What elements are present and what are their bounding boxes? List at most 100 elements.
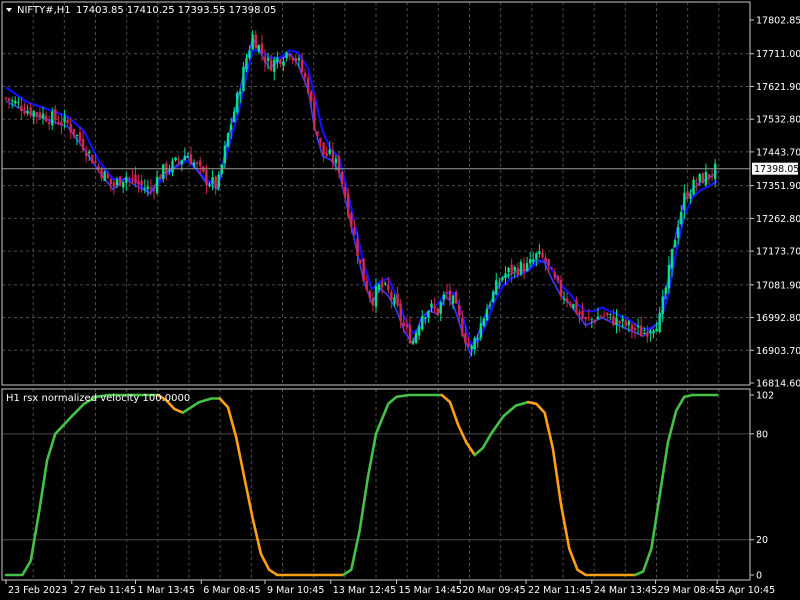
bear-candle: [214, 176, 217, 189]
bull-candle: [495, 280, 498, 295]
bear-candle: [91, 154, 94, 164]
bull-candle: [562, 298, 566, 300]
indicator-tick-label: 80: [756, 429, 768, 440]
bear-candle: [205, 169, 208, 185]
bull-candle: [88, 151, 91, 154]
symbol-header: NIFTY#,H1 17403.85 17410.25 17393.55 173…: [6, 5, 276, 16]
bear-candle: [23, 111, 26, 114]
bear-candle: [29, 107, 32, 116]
time-tick-label: 24 Mar 13:45: [594, 585, 657, 596]
bear-candle: [177, 159, 180, 161]
time-tick-label: 9 Mar 10:45: [267, 585, 324, 596]
bear-candle: [7, 98, 11, 101]
bull-candle: [661, 296, 664, 314]
bear-candle: [701, 173, 705, 184]
bull-candle: [285, 52, 288, 59]
bull-candle: [621, 318, 624, 322]
time-tick-label: 1 Mar 13:45: [138, 585, 195, 596]
price-tick-label: 16992.80: [756, 313, 800, 324]
bull-candle: [32, 111, 35, 117]
bull-candle: [377, 284, 381, 290]
bull-candle: [334, 158, 338, 164]
ohlc-values: 17403.85 17410.25 17393.55 17398.05: [76, 5, 276, 16]
chart-background: [0, 0, 800, 600]
bear-candle: [356, 238, 359, 257]
bear-candle: [337, 156, 341, 173]
bull-candle: [519, 261, 523, 275]
bear-candle: [60, 122, 63, 126]
bull-candle: [652, 330, 655, 334]
bear-candle: [118, 176, 122, 187]
bull-candle: [704, 171, 708, 186]
time-tick-label: 22 Mar 11:45: [528, 585, 591, 596]
bear-candle: [303, 72, 307, 78]
bull-candle: [217, 174, 220, 188]
bear-candle: [94, 160, 97, 163]
price-tick-label: 16814.60: [756, 379, 800, 390]
bear-candle: [686, 191, 689, 200]
bull-candle: [245, 58, 248, 70]
bull-candle: [183, 155, 187, 160]
bull-candle: [590, 319, 594, 321]
chart-canvas: 17802.85 17711.00 17621.90 17532.80 17443.70…: [0, 0, 800, 600]
bull-candle: [673, 240, 677, 248]
bull-candle: [627, 321, 631, 326]
bull-candle: [430, 303, 433, 308]
bear-candle: [553, 272, 557, 278]
bull-candle: [488, 304, 492, 306]
bull-candle: [473, 338, 476, 350]
bear-candle: [516, 267, 520, 276]
bull-candle: [411, 341, 415, 344]
bull-candle: [273, 59, 276, 72]
bull-candle: [168, 170, 171, 172]
bull-candle: [470, 345, 473, 350]
bear-candle: [347, 193, 350, 217]
time-tick-label: 20 Mar 09:45: [462, 585, 525, 596]
bull-candle: [479, 323, 483, 338]
bear-candle: [612, 315, 615, 326]
bull-candle: [655, 328, 658, 332]
bull-candle: [266, 58, 270, 61]
price-tick-label: 17262.80: [756, 214, 800, 225]
price-tick-label: 17173.70: [756, 247, 800, 258]
bear-candle: [408, 325, 412, 344]
bear-candle: [467, 343, 470, 347]
bull-candle: [115, 179, 119, 186]
bull-candle: [276, 57, 279, 63]
bear-candle: [606, 312, 609, 316]
bull-candle: [670, 249, 674, 269]
bear-candle: [112, 182, 116, 187]
bull-candle: [414, 333, 418, 343]
bull-candle: [257, 45, 261, 52]
bull-candle: [121, 181, 125, 188]
bull-candle: [482, 318, 486, 327]
bear-candle: [106, 174, 109, 178]
bull-candle: [596, 316, 600, 320]
bear-candle: [350, 213, 353, 227]
current-price-box: 17398.05: [752, 162, 799, 175]
bull-candle: [609, 313, 612, 315]
bull-candle: [535, 253, 538, 260]
bull-candle: [491, 291, 495, 302]
bear-candle: [541, 253, 544, 258]
bull-candle: [374, 286, 378, 307]
bear-candle: [695, 183, 698, 185]
bull-candle: [162, 164, 165, 180]
bear-candle: [458, 304, 461, 316]
bull-candle: [26, 110, 29, 114]
bull-candle: [239, 91, 242, 94]
bear-candle: [84, 152, 88, 157]
bull-candle: [125, 176, 128, 183]
bull-candle: [427, 311, 430, 318]
time-tick-label: 29 Mar 08:45: [658, 585, 721, 596]
bear-candle: [433, 306, 436, 308]
bull-candle: [636, 325, 640, 328]
bull-candle: [143, 188, 146, 190]
bear-candle: [109, 178, 113, 185]
bear-candle: [38, 112, 42, 118]
bear-candle: [288, 54, 291, 57]
time-tick-label: 3 Apr 10:45: [719, 585, 775, 596]
bear-candle: [66, 120, 69, 124]
bull-candle: [424, 317, 427, 319]
bear-candle: [556, 275, 560, 281]
